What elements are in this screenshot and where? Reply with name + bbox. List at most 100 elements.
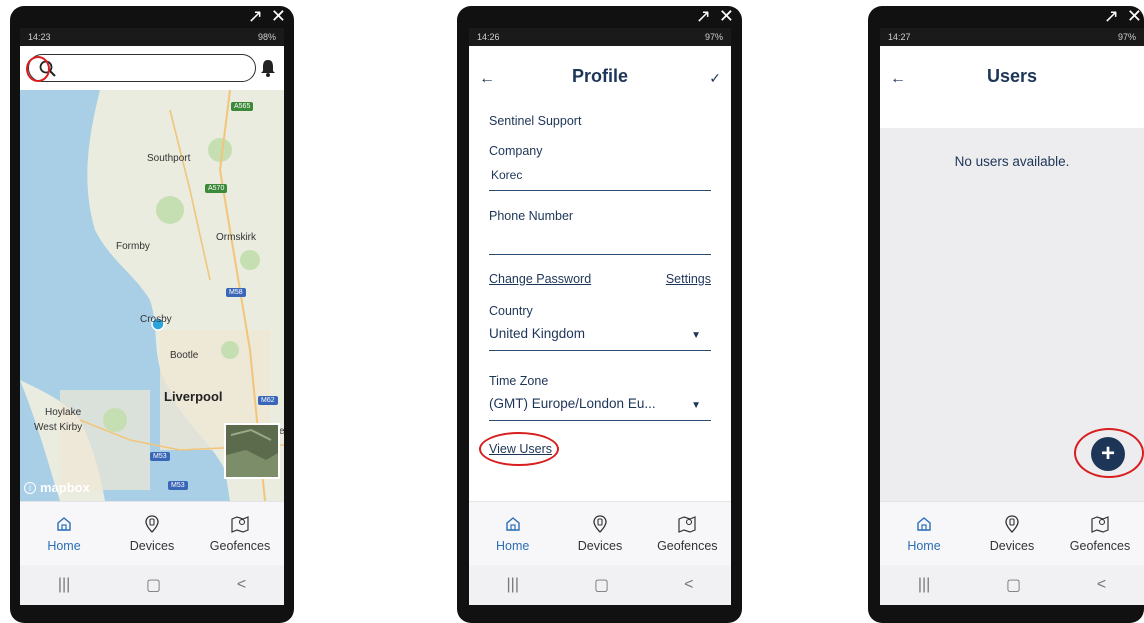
bottom-nav: Home Devices Geofences [20, 501, 284, 565]
home-icon [57, 516, 71, 531]
popout-icon[interactable]: ↗ [248, 7, 263, 27]
window-controls: ↗ ✕ [248, 7, 286, 27]
map-label-bootle: Bootle [170, 350, 199, 361]
bottom-nav: Home Devices Geofences [469, 501, 731, 565]
phone-number-input[interactable] [489, 224, 711, 254]
geofence-map-icon [231, 515, 249, 533]
page-title: Users [986, 66, 1038, 86]
recents-button[interactable]: ||| [58, 576, 70, 594]
road-badge-m53-a: M53 [150, 452, 170, 461]
phone-frame-profile: ↗ ✕ 14:26 97% ← Profile ✓ Sentinel Suppo… [457, 6, 742, 623]
country-dropdown-icon[interactable]: ▼ [691, 330, 701, 341]
home-icon [505, 516, 520, 531]
back-button[interactable]: < [237, 576, 246, 594]
info-icon[interactable]: i [24, 481, 36, 494]
back-button[interactable]: < [684, 576, 693, 594]
road-badge-a570: A570 [205, 184, 228, 193]
nav-geofences[interactable]: Geofences [1056, 502, 1144, 565]
map-label-hoylake: Hoylake [45, 407, 82, 418]
close-icon[interactable]: ✕ [719, 7, 734, 27]
status-battery: 98% [257, 32, 276, 42]
back-button[interactable]: < [1097, 576, 1106, 594]
nav-devices[interactable]: Devices [108, 502, 196, 565]
highlight-circle-add-user [1074, 428, 1144, 478]
map-search-bar[interactable] [28, 54, 256, 82]
nav-home-label: Home [47, 538, 81, 553]
page-title: Profile [571, 66, 628, 86]
system-nav-bar: ||| ▢ < [469, 565, 731, 605]
road-badge-m53-b: M53 [168, 481, 188, 490]
nav-home[interactable]: Home [880, 502, 968, 565]
back-arrow-icon[interactable]: ← [479, 70, 495, 88]
map-label-southport: Southport [147, 153, 191, 164]
window-controls: ↗ ✕ [696, 7, 734, 27]
phone-frame-map: ↗ ✕ 14:23 98% Southport Formby Ormskirk … [10, 6, 294, 623]
status-battery: 97% [1117, 32, 1136, 42]
home-button[interactable]: ▢ [146, 575, 161, 595]
home-button[interactable]: ▢ [594, 575, 609, 595]
nav-home[interactable]: Home [20, 502, 108, 565]
company-input[interactable]: Korec [491, 168, 522, 182]
timezone-dropdown-icon[interactable]: ▼ [691, 400, 701, 411]
map-label-west-kirby: West Kirby [34, 422, 83, 433]
company-underline [489, 190, 711, 191]
save-check-icon[interactable]: ✓ [709, 70, 721, 87]
satellite-toggle[interactable] [224, 423, 280, 479]
popout-icon[interactable]: ↗ [696, 7, 711, 27]
settings-link[interactable]: Settings [666, 272, 711, 286]
timezone-select[interactable]: (GMT) Europe/London Eu... [489, 396, 656, 411]
close-icon[interactable]: ✕ [1127, 7, 1142, 27]
nav-devices-label: Devices [989, 538, 1035, 553]
road-badge-m62: M62 [258, 396, 278, 405]
nav-geofences-label: Geofences [209, 538, 271, 553]
close-icon[interactable]: ✕ [271, 7, 286, 27]
nav-geofences[interactable]: Geofences [644, 502, 731, 565]
nav-devices[interactable]: Devices [968, 502, 1056, 565]
recents-button[interactable]: ||| [507, 576, 519, 594]
highlight-circle-search [26, 56, 50, 82]
road-badge-m58: M58 [226, 288, 246, 297]
nav-geofences-label: Geofences [1069, 538, 1131, 553]
change-password-link[interactable]: Change Password [489, 272, 591, 286]
country-label: Country [489, 304, 533, 318]
notification-bell-icon[interactable] [260, 59, 276, 77]
bottom-nav: Home Devices Geofences [880, 501, 1144, 565]
country-underline [489, 350, 711, 351]
nav-home-label: Home [495, 538, 530, 553]
device-pin-icon [145, 514, 159, 533]
status-time: 14:26 [477, 32, 500, 42]
map-label-ormskirk: Ormskirk [216, 232, 256, 243]
nav-home-label: Home [907, 538, 941, 553]
back-arrow-icon[interactable]: ← [890, 70, 906, 88]
popout-icon[interactable]: ↗ [1104, 7, 1119, 27]
mapbox-logo-text: mapbox [40, 480, 90, 495]
phone-frame-users: ↗ ✕ 14:27 97% ← Users No users available… [868, 6, 1144, 623]
country-select[interactable]: United Kingdom [489, 326, 585, 341]
nav-devices[interactable]: Devices [556, 502, 643, 565]
profile-header: ← Profile ✓ [469, 46, 731, 118]
screen-profile: 14:26 97% ← Profile ✓ Sentinel Support C… [469, 28, 731, 605]
geofence-map-icon [1091, 515, 1109, 533]
phone-number-underline [489, 254, 711, 255]
screen-users: 14:27 97% ← Users No users available. + … [880, 28, 1144, 605]
users-header: ← Users [880, 46, 1144, 128]
map-view[interactable]: Southport Formby Ormskirk Crosby Bootle … [20, 90, 284, 501]
nav-home[interactable]: Home [469, 502, 556, 565]
highlight-circle-view-users [479, 432, 559, 466]
empty-state-text: No users available. [954, 154, 1070, 169]
status-bar: 14:27 97% [880, 28, 1144, 46]
timezone-label: Time Zone [489, 374, 549, 388]
status-time: 14:27 [888, 32, 911, 42]
timezone-underline [489, 420, 711, 421]
nav-geofences[interactable]: Geofences [196, 502, 284, 565]
sentinel-support-text: Sentinel Support [489, 114, 582, 128]
status-bar: 14:23 98% [20, 28, 284, 46]
status-battery: 97% [704, 32, 723, 42]
status-bar: 14:26 97% [469, 28, 731, 46]
screen-map: 14:23 98% Southport Formby Ormskirk Cros… [20, 28, 284, 605]
company-label: Company [489, 144, 543, 158]
home-button[interactable]: ▢ [1006, 575, 1021, 595]
mapbox-attribution[interactable]: i mapbox [24, 480, 90, 495]
recents-button[interactable]: ||| [918, 576, 930, 594]
nav-devices-label: Devices [129, 538, 175, 553]
